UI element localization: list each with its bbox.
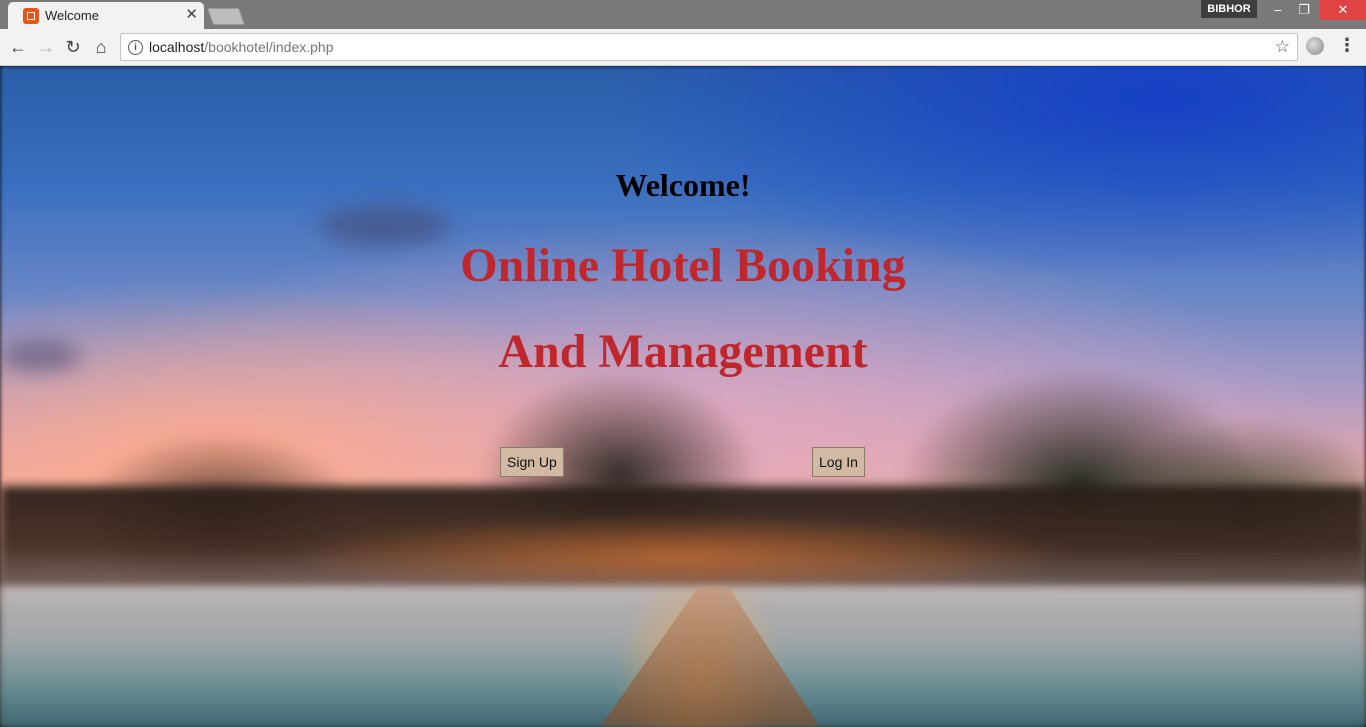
url-text[interactable]: localhost/bookhotel/index.php — [149, 39, 333, 55]
page-title-line2: And Management — [498, 325, 868, 378]
url-path: /bookhotel/index.php — [204, 39, 334, 55]
address-bar[interactable]: i localhost/bookhotel/index.php ☆ — [120, 33, 1298, 61]
menu-icon[interactable]: ⋮ — [1338, 35, 1356, 56]
xampp-favicon-icon — [23, 8, 39, 24]
url-host: localhost — [149, 39, 205, 55]
page-content: Welcome! Online Hotel Booking And Manage… — [0, 66, 1366, 727]
reload-icon[interactable]: ↻ — [61, 35, 85, 59]
welcome-heading: Welcome! — [615, 167, 751, 203]
tab-close-icon[interactable]: ✕ — [185, 5, 198, 23]
back-arrow-icon[interactable]: ← — [6, 35, 30, 59]
close-window-icon[interactable]: ✕ — [1320, 0, 1366, 20]
bookmark-star-icon[interactable]: ☆ — [1275, 37, 1290, 57]
profile-badge[interactable]: BIBHOR — [1201, 0, 1257, 18]
info-icon[interactable]: i — [128, 40, 143, 55]
page-title-line1: Online Hotel Booking — [460, 239, 906, 292]
browser-titlebar: Welcome ✕ BIBHOR – ❐ ✕ — [0, 0, 1366, 29]
browser-tab[interactable]: Welcome ✕ — [8, 2, 204, 29]
new-tab-button[interactable] — [206, 8, 246, 25]
log-in-button[interactable]: Log In — [812, 447, 865, 477]
forward-arrow-icon[interactable]: → — [34, 35, 58, 59]
sign-up-button[interactable]: Sign Up — [500, 447, 564, 477]
browser-toolbar: ← → ↻ ⌂ i localhost/bookhotel/index.php … — [0, 29, 1366, 66]
extension-icon[interactable] — [1306, 37, 1324, 55]
home-icon[interactable]: ⌂ — [89, 35, 113, 59]
maximize-icon[interactable]: ❐ — [1286, 0, 1322, 20]
tab-title: Welcome — [45, 8, 99, 23]
